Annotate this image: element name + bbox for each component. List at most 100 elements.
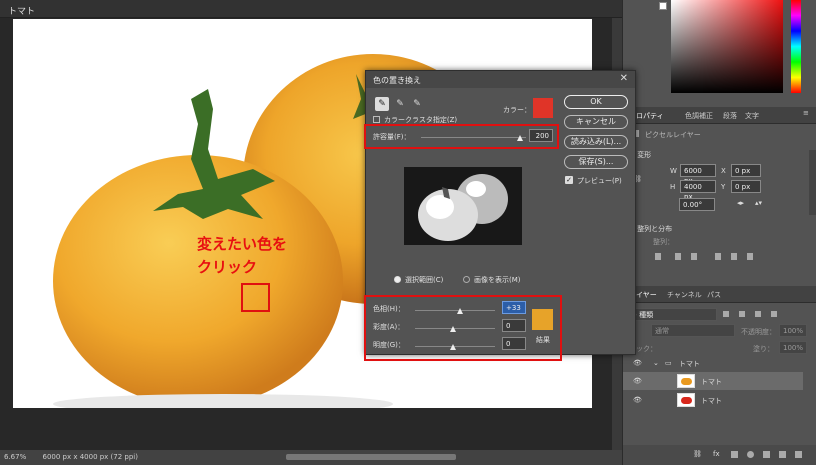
align-top-icon[interactable] xyxy=(715,253,721,260)
layer-group-row[interactable]: 👁 ⌄ ▭ トマト xyxy=(623,356,803,371)
result-color-swatch[interactable] xyxy=(532,309,553,330)
x-label: X xyxy=(721,167,726,175)
angle-field[interactable]: 0.00° xyxy=(679,198,715,211)
click-target-box xyxy=(241,283,270,312)
replace-color-dialog: 色の置き換え ✕ ✎ ✎ ✎ カラークラスタ指定(Z) カラー： 許容量(F)：… xyxy=(364,70,636,361)
y-field[interactable]: 0 px xyxy=(731,180,761,193)
align-right-icon[interactable] xyxy=(691,253,697,260)
mask-icon[interactable] xyxy=(731,451,738,458)
group-toggle-icon[interactable]: ⌄ xyxy=(653,359,659,367)
right-panels: プロパティ 色調補正 段落 文字 ≡ ピクセルレイヤー ⌄ 変形 W 6000 … xyxy=(622,0,816,465)
radio-image-label: 画像を表示(M) xyxy=(474,276,521,284)
cancel-button[interactable]: キャンセル xyxy=(564,115,628,129)
new-group-icon[interactable] xyxy=(763,451,770,458)
mask-preview-image xyxy=(418,174,508,241)
document-tab[interactable]: トマト xyxy=(0,0,622,18)
selection-color-swatch[interactable] xyxy=(533,98,553,118)
lightness-slider-thumb[interactable] xyxy=(450,344,456,350)
filter-shape-icon[interactable] xyxy=(771,311,777,317)
eyedropper-add-icon[interactable]: ✎ xyxy=(393,97,407,111)
saturation-slider-thumb[interactable] xyxy=(450,326,456,332)
eye-icon[interactable]: 👁 xyxy=(633,396,642,404)
saturation-label: 彩度(A)： xyxy=(373,323,405,331)
layer-kind-filter[interactable]: ⌕ 種類 xyxy=(629,308,717,321)
opacity-field[interactable]: 100% xyxy=(779,324,807,337)
align-center-h-icon[interactable] xyxy=(675,253,681,260)
annotation-line-1: 変えたい色を xyxy=(197,235,288,253)
trash-icon[interactable] xyxy=(795,451,802,458)
color-field[interactable] xyxy=(671,0,783,93)
radio-selection[interactable] xyxy=(394,276,401,283)
flip-vertical-icon[interactable]: ▴▾ xyxy=(755,199,762,207)
radio-image[interactable] xyxy=(463,276,470,283)
layer-row[interactable]: 👁 トマト xyxy=(623,391,803,409)
layer-row[interactable]: 👁 トマト xyxy=(623,372,803,390)
hue-label: 色相(H)： xyxy=(373,305,405,313)
x-field[interactable]: 0 px xyxy=(731,164,761,177)
zoom-level[interactable]: 6.67% xyxy=(4,453,26,461)
align-label: 整列と分布 xyxy=(637,225,673,233)
fx-icon[interactable]: fx xyxy=(713,450,720,458)
align-middle-icon[interactable] xyxy=(731,253,737,260)
tab-paths[interactable]: パス xyxy=(707,290,721,300)
selection-preview[interactable] xyxy=(404,167,522,245)
preview-checkbox[interactable]: ✓ xyxy=(565,176,573,184)
localized-clusters-checkbox[interactable] xyxy=(373,116,380,123)
hue-slider-thumb[interactable] xyxy=(457,308,463,314)
fill-field[interactable]: 100% xyxy=(779,341,807,354)
fuzziness-slider-track[interactable] xyxy=(421,137,526,138)
document-info[interactable]: 6000 px x 4000 px (72 ppi) xyxy=(42,453,138,461)
layers-footer: ⛓ fx xyxy=(623,445,816,465)
layer-type-label: ピクセルレイヤー xyxy=(645,131,701,139)
annotation-text: 変えたい色を クリック xyxy=(197,233,287,279)
properties-tabbar: プロパティ 色調補正 段落 文字 ≡ xyxy=(623,107,816,124)
filter-type-icon[interactable] xyxy=(755,311,761,317)
ok-button[interactable]: OK xyxy=(564,95,628,109)
fuzziness-slider-thumb[interactable] xyxy=(517,135,523,141)
align-bottom-icon[interactable] xyxy=(747,253,753,260)
annotation-line-2: クリック xyxy=(197,258,258,276)
status-bar: 6.67% 6000 px x 4000 px (72 ppi) xyxy=(0,450,622,465)
close-icon[interactable]: ✕ xyxy=(620,73,628,84)
load-button[interactable]: 読み込み(L)... xyxy=(564,135,628,149)
new-layer-icon[interactable] xyxy=(779,451,786,458)
saturation-field[interactable]: 0 xyxy=(502,319,526,332)
eye-icon[interactable]: 👁 xyxy=(633,377,642,385)
link-layers-icon[interactable]: ⛓ xyxy=(693,450,702,458)
eye-icon[interactable]: 👁 xyxy=(633,359,642,367)
hue-slider-track[interactable] xyxy=(415,310,495,311)
lightness-label: 明度(G)： xyxy=(373,341,405,349)
flip-horizontal-icon[interactable]: ◂▸ xyxy=(737,199,744,207)
properties-scrollbar[interactable] xyxy=(809,150,816,215)
height-field[interactable]: 4000 px xyxy=(680,180,716,201)
filter-adjustment-icon[interactable] xyxy=(739,311,745,317)
blend-mode-select[interactable]: 通常 xyxy=(651,324,735,337)
dialog-titlebar[interactable]: 色の置き換え xyxy=(366,71,635,88)
eyedropper-icon[interactable]: ✎ xyxy=(375,97,389,111)
hue-field[interactable]: +33 xyxy=(502,301,526,314)
canvas-horizontal-scrollbar[interactable] xyxy=(286,454,456,460)
filter-pixel-icon[interactable] xyxy=(723,311,729,317)
layer-name: トマト xyxy=(701,378,722,386)
align-left-icon[interactable] xyxy=(655,253,661,260)
preview-label: プレビュー(P) xyxy=(577,177,622,185)
y-label: Y xyxy=(721,183,726,191)
group-name: トマト xyxy=(679,360,700,368)
eyedropper-subtract-icon[interactable]: ✎ xyxy=(410,97,424,111)
lightness-field[interactable]: 0 xyxy=(502,337,526,350)
width-field[interactable]: 6000 px xyxy=(680,164,716,185)
result-label: 結果 xyxy=(536,336,550,344)
tab-paragraph[interactable]: 段落 xyxy=(723,111,737,121)
adjustment-layer-icon[interactable] xyxy=(747,451,754,458)
hue-slider[interactable] xyxy=(791,0,801,93)
panel-menu-icon[interactable]: ≡ xyxy=(803,109,809,117)
tab-adjustments[interactable]: 色調補正 xyxy=(685,111,713,121)
foreground-color-swatch[interactable] xyxy=(659,2,667,10)
fuzziness-field[interactable]: 200 xyxy=(529,129,553,142)
tab-channels[interactable]: チャンネル xyxy=(667,290,702,300)
layer-kind-label: 種類 xyxy=(639,311,654,319)
save-button[interactable]: 保存(S)... xyxy=(564,155,628,169)
width-label: W xyxy=(670,167,677,175)
tab-character[interactable]: 文字 xyxy=(745,111,759,121)
layer-name: トマト xyxy=(701,397,722,405)
